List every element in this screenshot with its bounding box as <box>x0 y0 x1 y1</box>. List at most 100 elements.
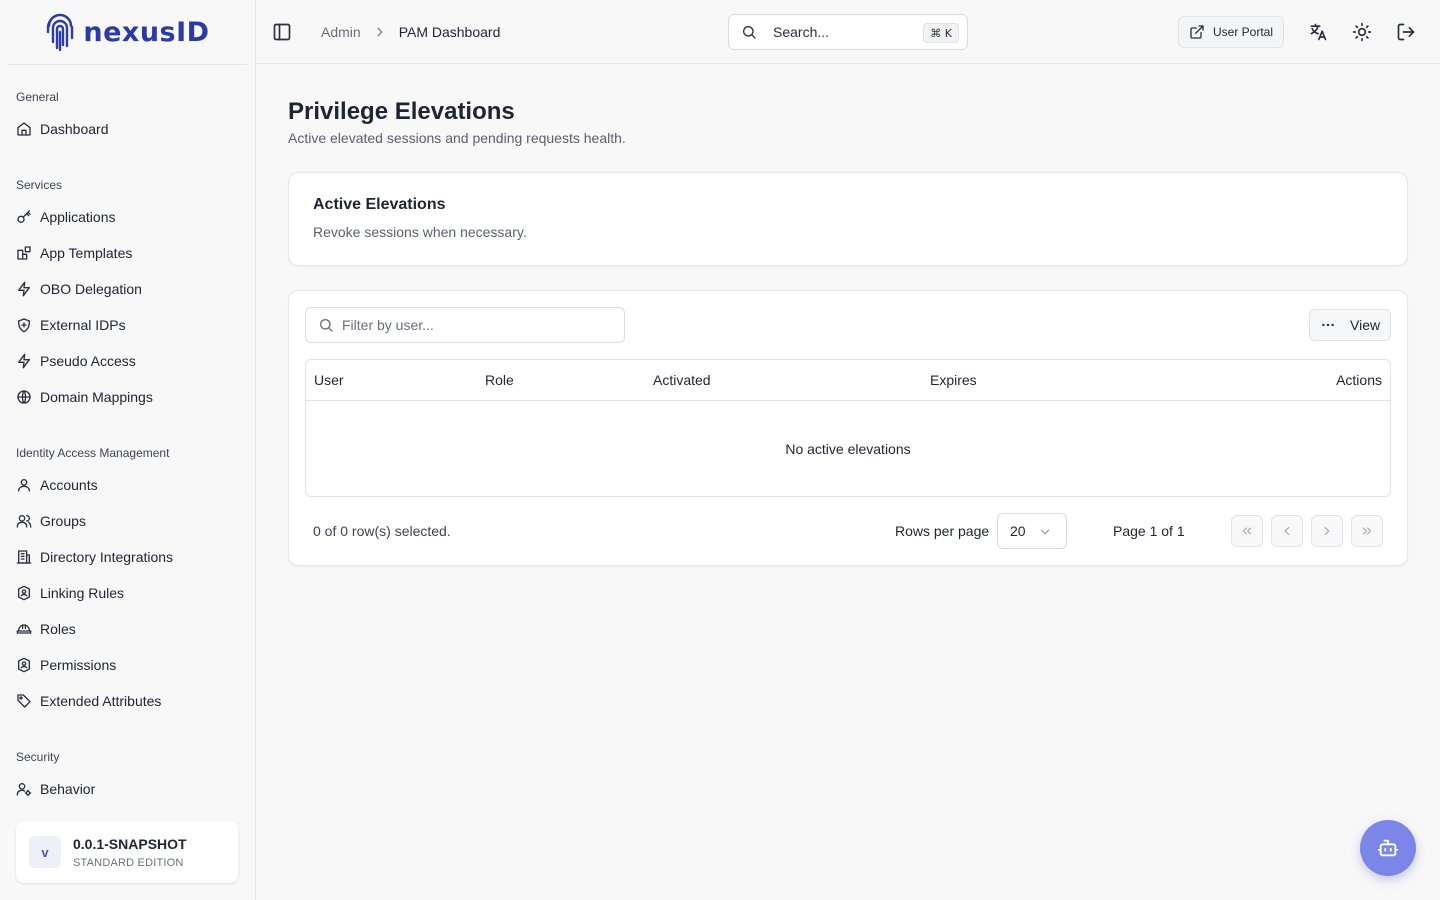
search-icon <box>320 319 333 332</box>
assistant-bot-button[interactable] <box>1360 820 1416 876</box>
sidebar-item-groups[interactable]: Groups <box>0 503 256 539</box>
column-header-activated[interactable]: Activated <box>653 372 711 388</box>
sidebar-item-label: App Templates <box>40 245 133 261</box>
zap-icon <box>18 281 30 297</box>
globe-icon <box>17 390 31 404</box>
logout-button[interactable] <box>1396 22 1416 42</box>
user-cog-icon <box>16 783 32 797</box>
sidebar-item-app-templates[interactable]: App Templates <box>0 235 256 271</box>
logo-text: nexusID <box>83 16 210 48</box>
sidebar-item-label: Permissions <box>40 657 117 673</box>
bot-icon <box>1377 839 1399 857</box>
sidebar-item-label: Pseudo Access <box>40 353 136 369</box>
sidebar-item-directory-integrations[interactable]: Directory Integrations <box>0 539 256 575</box>
sidebar-item-accounts[interactable]: Accounts <box>0 467 256 503</box>
sidebar-item-roles[interactable]: Roles <box>0 611 256 647</box>
search-icon <box>743 26 756 39</box>
fingerprint-icon <box>47 13 74 52</box>
global-search[interactable]: Search... ⌘ K <box>728 14 968 50</box>
users-icon <box>16 515 32 528</box>
badge-icon <box>18 585 30 601</box>
external-link-icon <box>1190 25 1204 39</box>
nav-section-general: General Dashboard <box>0 87 256 147</box>
sidebar-item-label: Roles <box>40 621 76 637</box>
sidebar-toggle-button[interactable] <box>272 22 292 42</box>
nav-section-iam: Identity Access Management Accounts Grou… <box>0 443 256 719</box>
sidebar-item-dashboard[interactable]: Dashboard <box>0 111 256 147</box>
first-page-button[interactable] <box>1231 515 1263 547</box>
chevrons-right-icon <box>1362 527 1372 535</box>
column-header-role[interactable]: Role <box>485 372 514 388</box>
nav-heading: Services <box>16 178 63 192</box>
sidebar-item-label: OBO Delegation <box>40 281 142 297</box>
version-edition: STANDARD EDITION <box>73 856 184 869</box>
sidebar-item-external-idps[interactable]: External IDPs <box>0 307 256 343</box>
elevations-table: User Role Activated Expires Actions No a… <box>305 359 1391 497</box>
last-page-button[interactable] <box>1351 515 1383 547</box>
column-header-expires[interactable]: Expires <box>930 372 977 388</box>
sidebar-item-permissions[interactable]: Permissions <box>0 647 256 683</box>
nav-heading: Security <box>16 750 60 764</box>
logo[interactable]: nexusID <box>8 0 247 65</box>
sidebar-item-label: Directory Integrations <box>40 549 174 565</box>
breadcrumb-admin[interactable]: Admin <box>321 24 361 40</box>
sidebar-item-label: Behavior <box>40 781 96 797</box>
sidebar-item-linking-rules[interactable]: Linking Rules <box>0 575 256 611</box>
empty-state: No active elevations <box>785 440 911 457</box>
sidebar-item-label: Extended Attributes <box>40 693 162 709</box>
chevron-right-icon <box>377 27 383 37</box>
top-header: Admin PAM Dashboard Search... ⌘ K User P… <box>256 0 1440 64</box>
breadcrumb: Admin PAM Dashboard <box>321 22 500 42</box>
home-icon <box>17 122 31 136</box>
sun-icon <box>1352 22 1372 42</box>
sidebar-item-applications[interactable]: Applications <box>0 199 256 235</box>
key-icon <box>17 210 31 223</box>
chevrons-left-icon <box>1242 527 1252 535</box>
log-out-icon <box>1397 23 1415 41</box>
hard-hat-icon <box>16 624 32 634</box>
page-title: Privilege Elevations <box>288 98 515 125</box>
page-subtitle: Active elevated sessions and pending req… <box>288 130 626 146</box>
next-page-button[interactable] <box>1311 515 1343 547</box>
rows-per-page-select[interactable]: 20 <box>997 513 1067 549</box>
breadcrumb-current: PAM Dashboard <box>398 24 501 40</box>
languages-icon <box>1310 23 1327 41</box>
ellipsis-icon <box>1322 323 1334 327</box>
sidebar-item-obo-delegation[interactable]: OBO Delegation <box>0 271 256 307</box>
sidebar-item-label: Accounts <box>40 477 98 493</box>
theme-toggle-button[interactable] <box>1352 22 1372 42</box>
filter-user-input[interactable]: Filter by user... <box>305 307 625 343</box>
version-card[interactable]: v 0.0.1-SNAPSHOT STANDARD EDITION <box>16 821 238 883</box>
rows-per-page-label: Rows per page <box>895 523 990 539</box>
user-portal-label: User Portal <box>1213 25 1274 39</box>
rows-per-page-value: 20 <box>1010 523 1026 539</box>
version-avatar: v <box>29 836 61 868</box>
panel-left-icon <box>273 23 291 41</box>
sidebar-item-label: Linking Rules <box>40 585 125 601</box>
view-options-button[interactable]: View <box>1309 309 1391 341</box>
user-icon <box>18 479 30 492</box>
sidebar-item-label: Domain Mappings <box>40 389 153 405</box>
shield-plus-icon <box>18 318 30 333</box>
user-portal-button[interactable]: User Portal <box>1178 16 1284 48</box>
sidebar-item-label: Groups <box>40 513 86 529</box>
previous-page-button[interactable] <box>1271 515 1303 547</box>
column-header-user[interactable]: User <box>314 372 344 388</box>
badge-icon <box>18 657 30 673</box>
sidebar-item-extended-attributes[interactable]: Extended Attributes <box>0 683 256 719</box>
view-label: View <box>1350 317 1381 333</box>
search-shortcut: ⌘ K <box>923 23 959 43</box>
tag-icon <box>17 694 31 708</box>
card-title: Active Elevations <box>313 196 446 213</box>
building-icon <box>16 550 32 564</box>
chevron-left-icon <box>1284 526 1290 536</box>
table-header: User Role Activated Expires Actions <box>306 360 1390 401</box>
nav-section-services: Services Applications App Templates OBO … <box>0 175 256 415</box>
sidebar-item-domain-mappings[interactable]: Domain Mappings <box>0 379 256 415</box>
sidebar-item-behavior[interactable]: Behavior <box>0 771 256 807</box>
sidebar-item-pseudo-access[interactable]: Pseudo Access <box>0 343 256 379</box>
sidebar-item-label: External IDPs <box>40 317 126 333</box>
language-button[interactable] <box>1308 22 1328 42</box>
zap-icon <box>18 353 30 369</box>
version-info: 0.0.1-SNAPSHOT STANDARD EDITION <box>73 836 187 869</box>
